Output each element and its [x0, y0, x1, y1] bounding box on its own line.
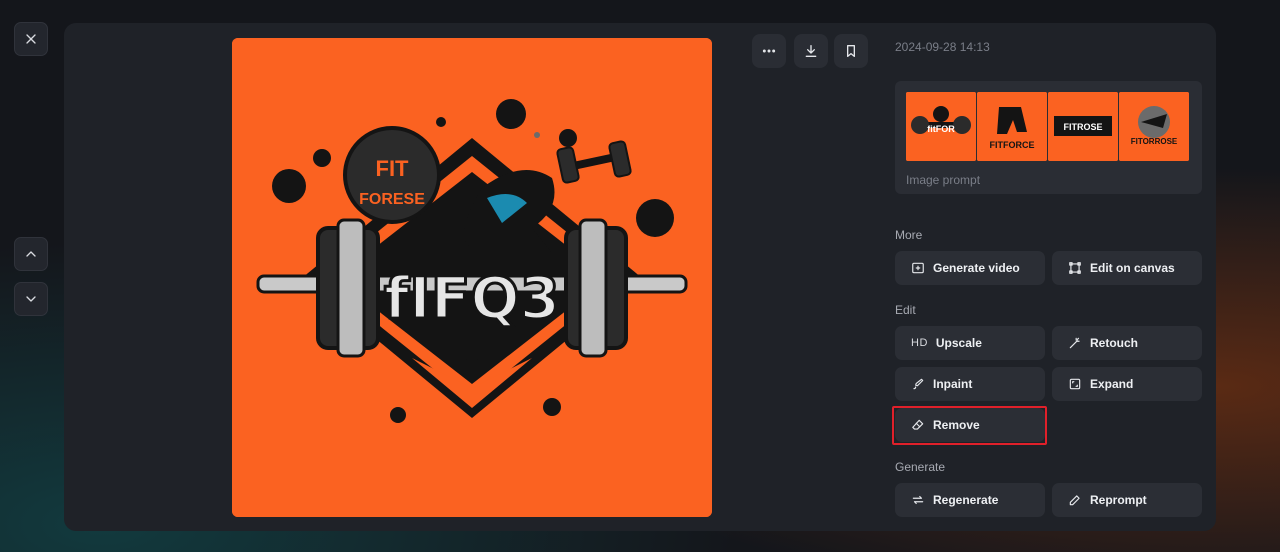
prompt-thumbnail[interactable]: FITORROSE	[1119, 92, 1189, 161]
section-label-generate: Generate	[895, 460, 946, 474]
thumbnail-text: FITROSE	[1063, 122, 1102, 132]
edit-on-canvas-label: Edit on canvas	[1090, 261, 1175, 275]
fitness-logo-illustration: FIT FORESE fIFQ3	[232, 38, 712, 517]
more-horizontal-icon	[762, 49, 776, 53]
creation-timestamp: 2024-09-28 14:13	[895, 40, 990, 54]
download-button[interactable]	[794, 34, 828, 68]
thumbnail-text: FITFORCE	[990, 140, 1035, 150]
remove-label: Remove	[933, 418, 980, 432]
logo-sub-text: FORESE	[359, 191, 425, 208]
section-label-edit: Edit	[895, 303, 916, 317]
image-prompt-label: Image prompt	[906, 173, 981, 187]
video-plus-icon	[911, 261, 925, 275]
logo-main-text: fIFQ3	[384, 264, 560, 332]
thumbnail-image: FITFORCE	[977, 92, 1047, 161]
generate-video-label: Generate video	[933, 261, 1020, 275]
generate-video-button[interactable]: Generate video	[895, 251, 1045, 285]
bookmark-icon	[847, 45, 855, 57]
close-icon	[26, 34, 36, 44]
inpaint-button[interactable]: Inpaint	[895, 367, 1045, 401]
bookmark-button[interactable]	[834, 34, 868, 68]
retouch-label: Retouch	[1090, 336, 1138, 350]
edit-on-canvas-button[interactable]: Edit on canvas	[1052, 251, 1202, 285]
inpaint-label: Inpaint	[933, 377, 973, 391]
magic-wand-icon	[1068, 336, 1082, 350]
prompt-thumbnail[interactable]: FITROSE	[1048, 92, 1118, 161]
expand-label: Expand	[1090, 377, 1134, 391]
chevron-down-icon	[26, 296, 36, 302]
thumbnail-image: FITORROSE	[1119, 92, 1189, 161]
reprompt-button[interactable]: Reprompt	[1052, 483, 1202, 517]
reprompt-label: Reprompt	[1090, 493, 1147, 507]
remove-button[interactable]: Remove	[895, 408, 1045, 442]
thumbnail-image: fitFOR	[906, 92, 976, 161]
more-options-button[interactable]	[752, 34, 786, 68]
expand-icon	[1068, 377, 1082, 391]
image-prompt-box: fitFOR FITFORCE FITROSE FITORROSE Image …	[895, 81, 1202, 194]
upscale-label: Upscale	[935, 336, 982, 350]
brush-icon	[911, 377, 925, 391]
prompt-thumbnail[interactable]: fitFOR	[906, 92, 976, 161]
prompt-thumbnail[interactable]: FITFORCE	[977, 92, 1047, 161]
retouch-button[interactable]: Retouch	[1052, 326, 1202, 360]
close-button[interactable]	[14, 22, 48, 56]
regenerate-label: Regenerate	[933, 493, 999, 507]
pencil-icon	[1068, 493, 1082, 507]
regenerate-icon	[911, 493, 925, 507]
upscale-button[interactable]: HD Upscale	[895, 326, 1045, 360]
thumbnail-text: FITORROSE	[1131, 137, 1178, 146]
download-icon	[805, 45, 817, 57]
next-image-button[interactable]	[14, 282, 48, 316]
previous-image-button[interactable]	[14, 237, 48, 271]
canvas-icon	[1068, 261, 1082, 275]
section-label-more: More	[895, 228, 923, 242]
chevron-up-icon	[26, 251, 36, 257]
generated-image[interactable]: FIT FORESE fIFQ3	[232, 38, 712, 517]
hd-icon: HD	[911, 337, 928, 349]
expand-button[interactable]: Expand	[1052, 367, 1202, 401]
thumbnail-image: FITROSE	[1048, 92, 1118, 161]
logo-top-text: FIT	[376, 156, 410, 181]
thumbnail-text: fitFOR	[927, 124, 955, 134]
eraser-icon	[911, 418, 925, 432]
regenerate-button[interactable]: Regenerate	[895, 483, 1045, 517]
